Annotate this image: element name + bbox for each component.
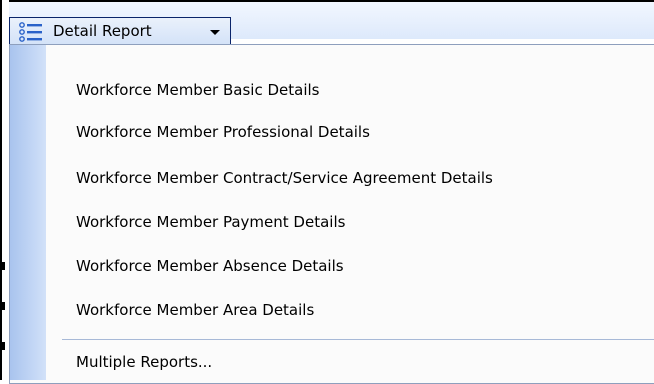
menu-item-multiple-reports[interactable]: Multiple Reports... xyxy=(76,341,212,383)
menu-separator xyxy=(62,339,654,340)
detail-report-label: Detail Report xyxy=(53,22,152,40)
window-left-frame xyxy=(0,0,9,380)
menu-item-area-details[interactable]: Workforce Member Area Details xyxy=(76,289,314,331)
menu-item-basic-details[interactable]: Workforce Member Basic Details xyxy=(76,69,319,111)
list-icon xyxy=(19,21,43,43)
frame-tick xyxy=(2,262,5,270)
frame-tick xyxy=(2,302,5,310)
detail-report-menu-button[interactable]: Detail Report xyxy=(9,17,231,45)
menu-item-contract-service-agreement-details[interactable]: Workforce Member Contract/Service Agreem… xyxy=(76,157,493,199)
menu-item-absence-details[interactable]: Workforce Member Absence Details xyxy=(76,245,344,287)
menu-item-professional-details[interactable]: Workforce Member Professional Details xyxy=(76,111,370,153)
menu-icon-gutter xyxy=(10,45,46,380)
menu-item-payment-details[interactable]: Workforce Member Payment Details xyxy=(76,201,345,243)
caret-down-icon xyxy=(210,30,220,35)
frame-tick xyxy=(2,342,5,350)
